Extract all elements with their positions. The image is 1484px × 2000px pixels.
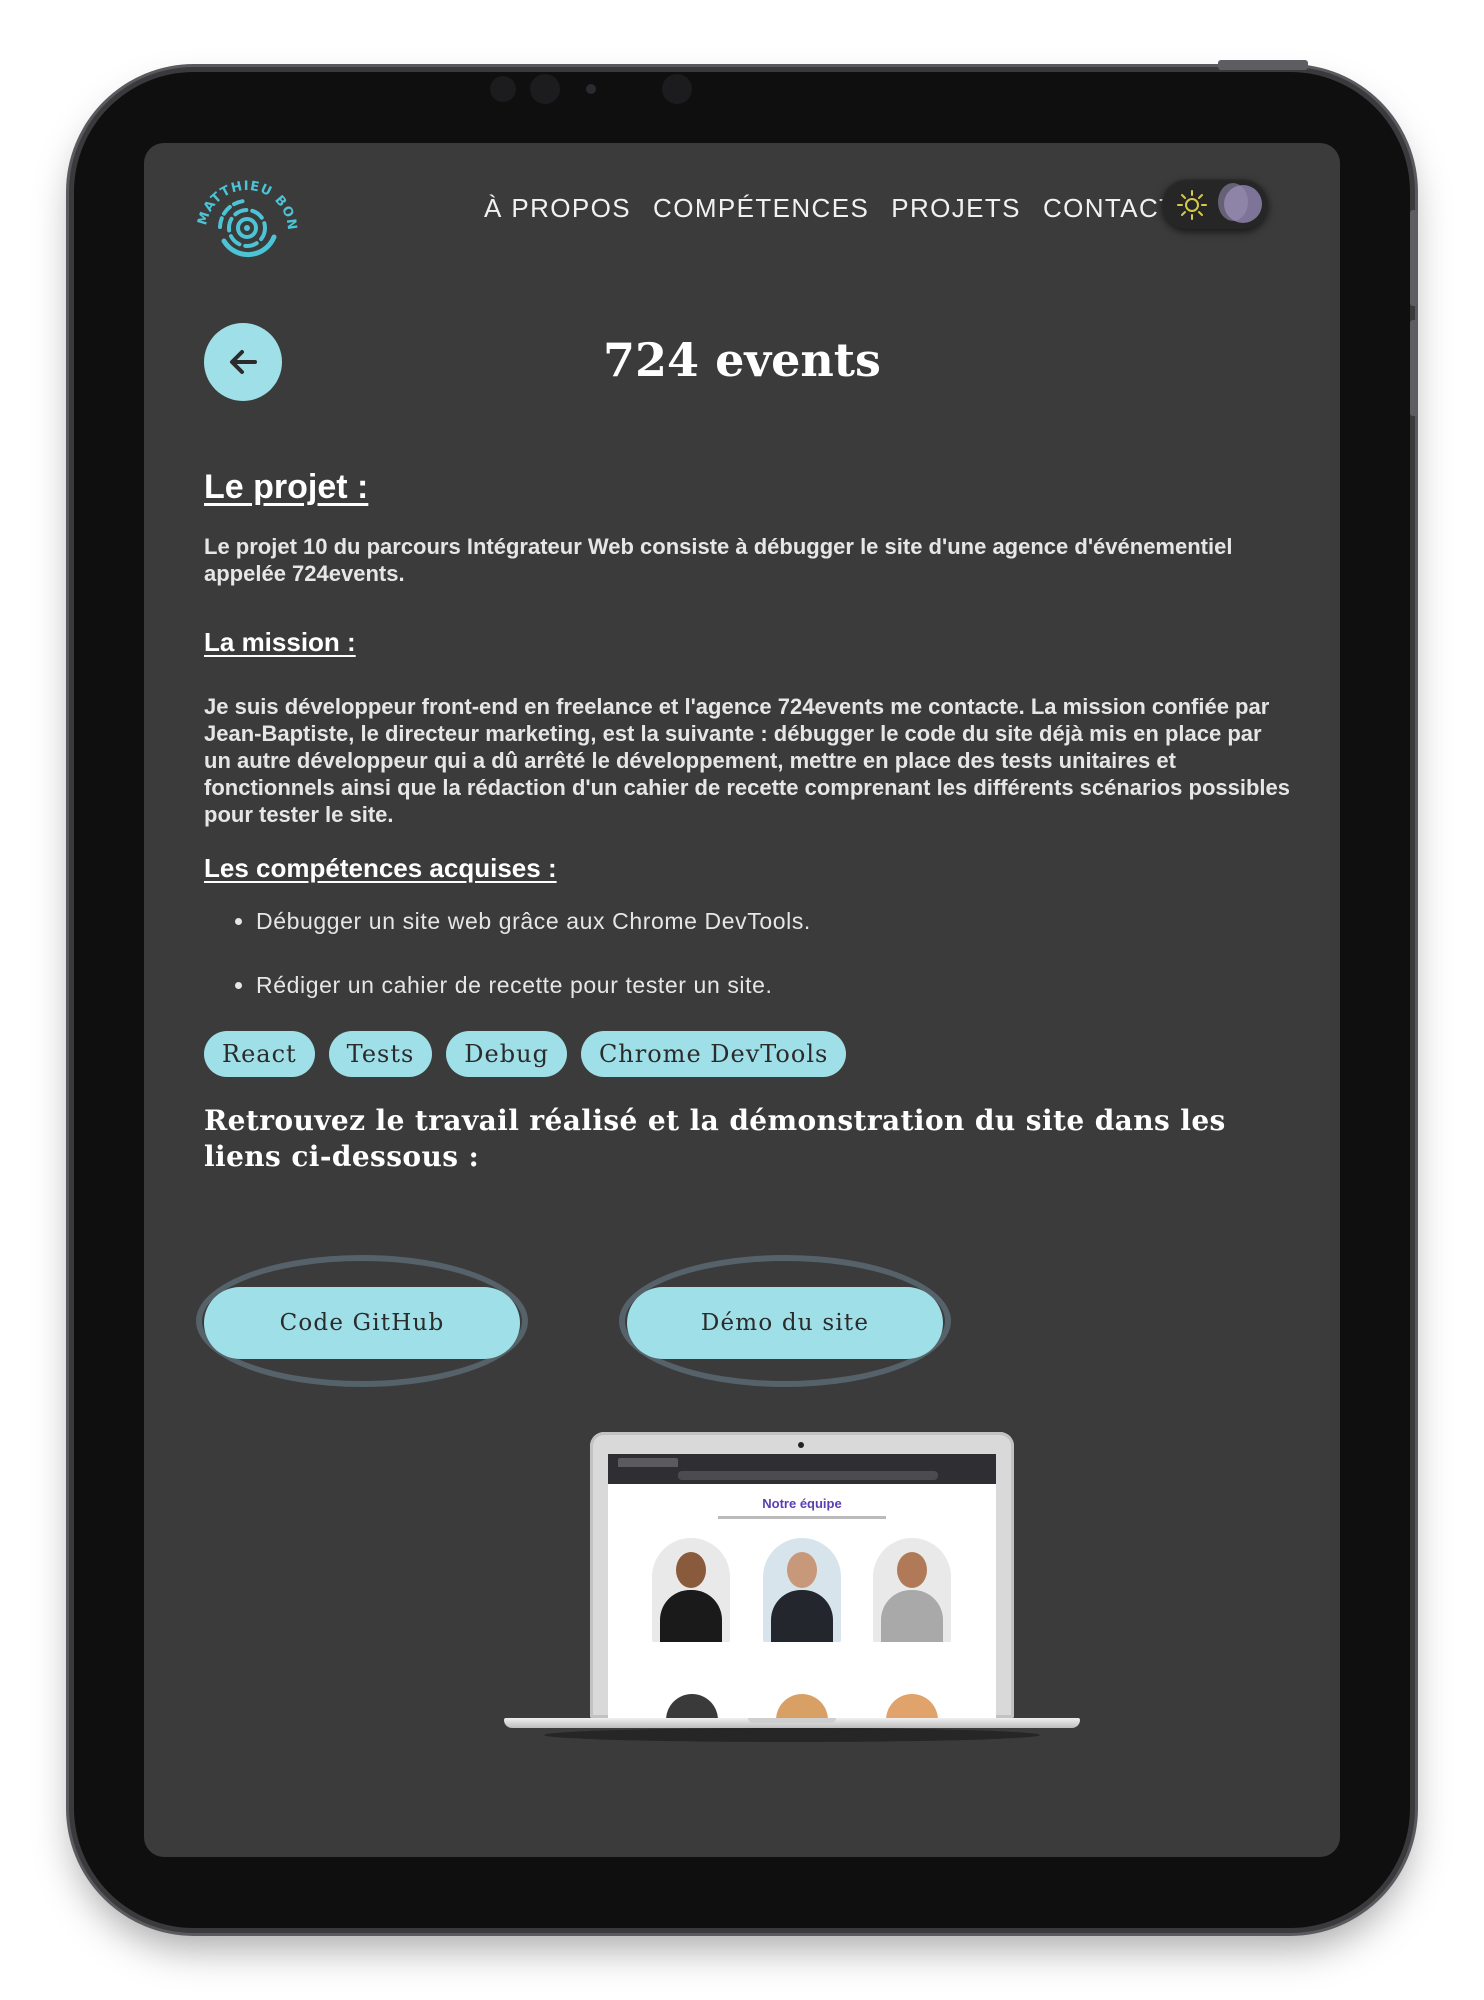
team-photo [873, 1538, 951, 1642]
project-description: Le projet 10 du parcours Intégrateur Web… [204, 534, 1233, 586]
browser-url-bar [678, 1471, 938, 1480]
project-content: Le projet : Le projet 10 du parcours Int… [204, 465, 1294, 1175]
sensor-dot [662, 74, 692, 104]
github-button[interactable]: Code GitHub [204, 1287, 520, 1359]
team-photo-partial [776, 1694, 828, 1718]
mission-heading: La mission : [204, 627, 356, 657]
laptop-shadow [544, 1728, 1040, 1742]
tag-chrome-devtools: Chrome DevTools [580, 1031, 847, 1077]
photo-head [676, 1552, 706, 1588]
photo-body [771, 1590, 833, 1642]
tag-tests: Tests [328, 1031, 433, 1077]
preview-team-title: Notre équipe [762, 1496, 842, 1511]
demo-button[interactable]: Démo du site [627, 1287, 943, 1359]
team-photo [763, 1538, 841, 1642]
browser-tab [618, 1458, 678, 1467]
skill-item: Débugger un site web grâce aux Chrome De… [256, 903, 1294, 967]
skills-list: Débugger un site web grâce aux Chrome De… [204, 903, 1294, 1031]
project-heading: Le projet : [204, 468, 369, 506]
tech-tags: React Tests Debug Chrome DevTools [204, 1031, 1294, 1103]
front-camera [530, 74, 560, 104]
tablet-screen: MATTHIEU BONJOUR À PROPOS COMPÉTENCES PR… [144, 143, 1340, 1857]
preview-subtitle-line [718, 1516, 886, 1519]
sensor-dot [490, 76, 516, 102]
browser-bar [608, 1454, 996, 1484]
skill-item: Rédiger un cahier de recette pour tester… [256, 967, 1294, 1031]
nav-link-competences[interactable]: COMPÉTENCES [653, 193, 869, 224]
power-button [1218, 60, 1308, 70]
theme-toggle[interactable] [1162, 179, 1268, 229]
logo-icon[interactable]: MATTHIEU BONJOUR [194, 171, 300, 277]
skills-heading: Les compétences acquises : [204, 853, 557, 883]
laptop-notch [748, 1718, 836, 1723]
tag-react: React [204, 1031, 315, 1077]
main-nav: À PROPOS COMPÉTENCES PROJETS CONTACT [484, 193, 1176, 224]
page-title: 724 events [603, 333, 881, 387]
photo-head [897, 1552, 927, 1588]
project-preview-image: Notre équipe [504, 1432, 1080, 1742]
nav-link-projets[interactable]: PROJETS [891, 193, 1021, 224]
laptop-camera [798, 1442, 804, 1448]
svg-text:MATTHIEU BONJOUR: MATTHIEU BONJOUR [194, 171, 299, 232]
laptop-lid: Notre équipe [590, 1432, 1014, 1718]
camera-lens [586, 84, 596, 94]
mission-description: Je suis développeur front-end en freelan… [204, 694, 1290, 827]
sun-icon [1177, 190, 1207, 220]
volume-down-button [1410, 320, 1418, 416]
laptop-display: Notre équipe [608, 1454, 996, 1718]
nav-link-a-propos[interactable]: À PROPOS [484, 193, 631, 224]
team-photo-partial [886, 1694, 938, 1718]
links-intro: Retrouvez le travail réalisé et la démon… [204, 1104, 1226, 1173]
logo-text: MATTHIEU BONJOUR [194, 171, 298, 232]
nav-link-contact[interactable]: CONTACT [1043, 193, 1177, 224]
team-photo-partial [666, 1694, 718, 1718]
volume-up-button [1410, 210, 1418, 306]
photo-head [787, 1552, 817, 1588]
photo-body [660, 1590, 722, 1642]
moon-icon [1218, 183, 1262, 223]
photo-body [881, 1590, 943, 1642]
laptop-base [504, 1718, 1080, 1728]
team-photo [652, 1538, 730, 1642]
tag-debug: Debug [446, 1031, 567, 1077]
